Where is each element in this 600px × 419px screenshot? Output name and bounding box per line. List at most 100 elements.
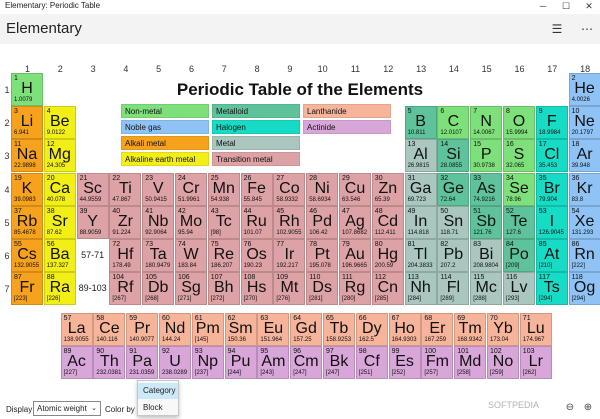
element-cell-ta[interactable]: 73 Ta 180.9479 [142, 239, 175, 272]
element-cell-lu[interactable]: 71 Lu 174.967 [519, 313, 552, 346]
element-cell-eu[interactable]: 63 Eu 151.964 [257, 313, 290, 346]
element-cell-tm[interactable]: 69 Tm 168.9342 [454, 313, 487, 346]
element-cell-pm[interactable]: 61 Pm [145] [191, 313, 224, 346]
element-cell-gd[interactable]: 64 Gd 157.25 [290, 313, 323, 346]
element-cell-xe[interactable]: 54 Xe 131.293 [568, 205, 600, 239]
element-cell-rf[interactable]: 104 Rf [267] [109, 272, 142, 306]
element-cell-yb[interactable]: 70 Yb 173.04 [487, 313, 519, 346]
more-options-icon[interactable]: ⋯ [576, 20, 598, 38]
element-cell-tl[interactable]: 81 Tl 204.3833 [404, 239, 437, 272]
element-cell-mc[interactable]: 115 Mc [288] [470, 272, 503, 306]
element-cell-rg[interactable]: 111 Rg [280] [339, 272, 371, 306]
element-cell-sg[interactable]: 106 Sg [271] [175, 272, 207, 306]
maximize-button[interactable]: ☐ [555, 0, 577, 14]
element-cell-ir[interactable]: 77 Ir 192.217 [273, 239, 306, 272]
element-cell-at[interactable]: 85 At [210] [535, 239, 568, 272]
element-cell-sc[interactable]: 21 Sc 44.9559 [76, 172, 109, 206]
element-cell-ho[interactable]: 67 Ho 164.9303 [388, 313, 421, 346]
element-cell-ce[interactable]: 58 Ce 140.116 [93, 313, 126, 346]
element-cell-cl[interactable]: 17 Cl 35.453 [535, 139, 568, 173]
element-cell-tc[interactable]: 43 Tc [98] [207, 205, 240, 239]
element-cell-pd[interactable]: 46 Pd 106.42 [306, 205, 339, 239]
element-cell-hf[interactable]: 72 Hf 178.49 [109, 239, 142, 272]
element-cell-zr[interactable]: 40 Zr 91.224 [109, 205, 142, 239]
element-cell-be[interactable]: 4 Be 9.0122 [43, 106, 76, 140]
element-cell-rb[interactable]: 37 Rb 85.4678 [11, 205, 43, 239]
element-cell-cn[interactable]: 112 Cn [285] [371, 272, 404, 306]
element-cell-se[interactable]: 34 Se 78.96 [503, 172, 535, 206]
element-cell-hg[interactable]: 80 Hg 200.59 [371, 239, 404, 272]
element-cell-co[interactable]: 27 Co 58.9332 [273, 172, 306, 206]
element-cell-ne[interactable]: 10 Ne 20.1797 [568, 106, 600, 140]
element-cell-fm[interactable]: 100 Fm [257] [421, 346, 454, 379]
element-cell-na[interactable]: 11 Na 22.9898 [11, 139, 43, 173]
element-cell-nd[interactable]: 60 Nd 144.24 [159, 313, 191, 346]
element-cell-ts[interactable]: 117 Ts [294] [535, 272, 568, 306]
element-cell-cu[interactable]: 29 Cu 63.546 [339, 172, 371, 206]
element-cell-u[interactable]: 92 U 238.0289 [159, 346, 191, 379]
colorby-option-category[interactable]: Category [138, 383, 178, 399]
element-cell-te[interactable]: 52 Te 127.6 [503, 205, 535, 239]
list-view-icon[interactable]: ☰ [546, 20, 568, 38]
element-cell-ba[interactable]: 56 Ba 137.327 [43, 239, 76, 272]
element-cell-sn[interactable]: 50 Sn 118.71 [437, 205, 470, 239]
element-cell-am[interactable]: 95 Am [243] [257, 346, 290, 379]
element-cell-md[interactable]: 101 Md [258] [454, 346, 487, 379]
zoom-in-icon[interactable]: ⊕ [581, 401, 595, 415]
element-cell-ga[interactable]: 31 Ga 69.723 [404, 172, 437, 206]
colorby-option-block[interactable]: Block [138, 400, 178, 416]
element-cell-bi[interactable]: 83 Bi 208.9804 [470, 239, 503, 272]
element-cell-er[interactable]: 68 Er 167.259 [421, 313, 454, 346]
element-cell-nh[interactable]: 113 Nh [284] [404, 272, 437, 306]
element-cell-kr[interactable]: 36 Kr 83.8 [568, 172, 600, 206]
element-cell-sm[interactable]: 62 Sm 150.36 [224, 313, 257, 346]
element-cell-la[interactable]: 57 La 138.9055 [60, 313, 93, 346]
element-cell-ni[interactable]: 28 Ni 58.6934 [306, 172, 339, 206]
element-cell-pb[interactable]: 82 Pb 207.2 [437, 239, 470, 272]
element-cell-cf[interactable]: 98 Cf [251] [355, 346, 388, 379]
element-cell-he[interactable]: 2 He 4.0026 [568, 73, 600, 106]
element-cell-o[interactable]: 8 O 15.9994 [503, 106, 535, 140]
element-cell-rn[interactable]: 86 Rn [222] [568, 239, 600, 272]
element-cell-re[interactable]: 75 Re 186.207 [207, 239, 240, 272]
element-cell-bk[interactable]: 97 Bk [247] [323, 346, 355, 379]
element-cell-p[interactable]: 15 P 30.9738 [470, 139, 503, 173]
element-cell-cs[interactable]: 55 Cs 132.9055 [11, 239, 43, 272]
element-cell-i[interactable]: 53 I 126.9045 [535, 205, 568, 239]
element-cell-ds[interactable]: 110 Ds [281] [306, 272, 339, 306]
element-cell-hs[interactable]: 108 Hs [270] [240, 272, 273, 306]
element-cell-as[interactable]: 33 As 74.9216 [470, 172, 503, 206]
element-cell-c[interactable]: 6 C 12.0107 [437, 106, 470, 140]
element-cell-np[interactable]: 93 Np [237] [191, 346, 224, 379]
element-cell-w[interactable]: 74 W 183.84 [175, 239, 207, 272]
element-cell-mo[interactable]: 42 Mo 95.94 [175, 205, 207, 239]
element-cell-fe[interactable]: 26 Fe 55.845 [240, 172, 273, 206]
element-cell-ca[interactable]: 20 Ca 40.078 [43, 172, 76, 206]
element-cell-n[interactable]: 7 N 14.0067 [470, 106, 503, 140]
element-cell-nb[interactable]: 41 Nb 92.9064 [142, 205, 175, 239]
element-cell-y[interactable]: 39 Y 88.9059 [76, 205, 109, 239]
element-cell-ar[interactable]: 18 Ar 39.948 [568, 139, 600, 173]
element-cell-cd[interactable]: 48 Cd 112.411 [371, 205, 404, 239]
element-cell-rh[interactable]: 45 Rh 102.9055 [273, 205, 306, 239]
element-cell-es[interactable]: 99 Es [252] [388, 346, 421, 379]
element-cell-og[interactable]: 118 Og [294] [568, 272, 600, 306]
element-cell-b[interactable]: 5 B 10.811 [404, 106, 437, 140]
element-cell-lr[interactable]: 103 Lr [262] [519, 346, 552, 379]
element-cell-h[interactable]: 1 H 1.0079 [11, 73, 43, 106]
element-cell-th[interactable]: 90 Th 232.0381 [93, 346, 126, 379]
element-cell-au[interactable]: 79 Au 196.9665 [339, 239, 371, 272]
element-cell-ag[interactable]: 47 Ag 107.8682 [339, 205, 371, 239]
element-cell-fl[interactable]: 114 Fl [289] [437, 272, 470, 306]
element-cell-pa[interactable]: 91 Pa 231.0359 [126, 346, 159, 379]
zoom-out-icon[interactable]: ⊖ [563, 401, 577, 415]
element-cell-br[interactable]: 35 Br 79.904 [535, 172, 568, 206]
element-cell-si[interactable]: 14 Si 28.0855 [437, 139, 470, 173]
element-cell-ru[interactable]: 44 Ru 101.07 [240, 205, 273, 239]
element-cell-os[interactable]: 76 Os 190.23 [240, 239, 273, 272]
element-cell-in[interactable]: 49 In 114.818 [404, 205, 437, 239]
element-cell-dy[interactable]: 66 Dy 162.5 [355, 313, 388, 346]
element-cell-no[interactable]: 102 No [259] [487, 346, 519, 379]
element-cell-zn[interactable]: 30 Zn 65.39 [371, 172, 404, 206]
element-cell-sb[interactable]: 51 Sb 121.76 [470, 205, 503, 239]
